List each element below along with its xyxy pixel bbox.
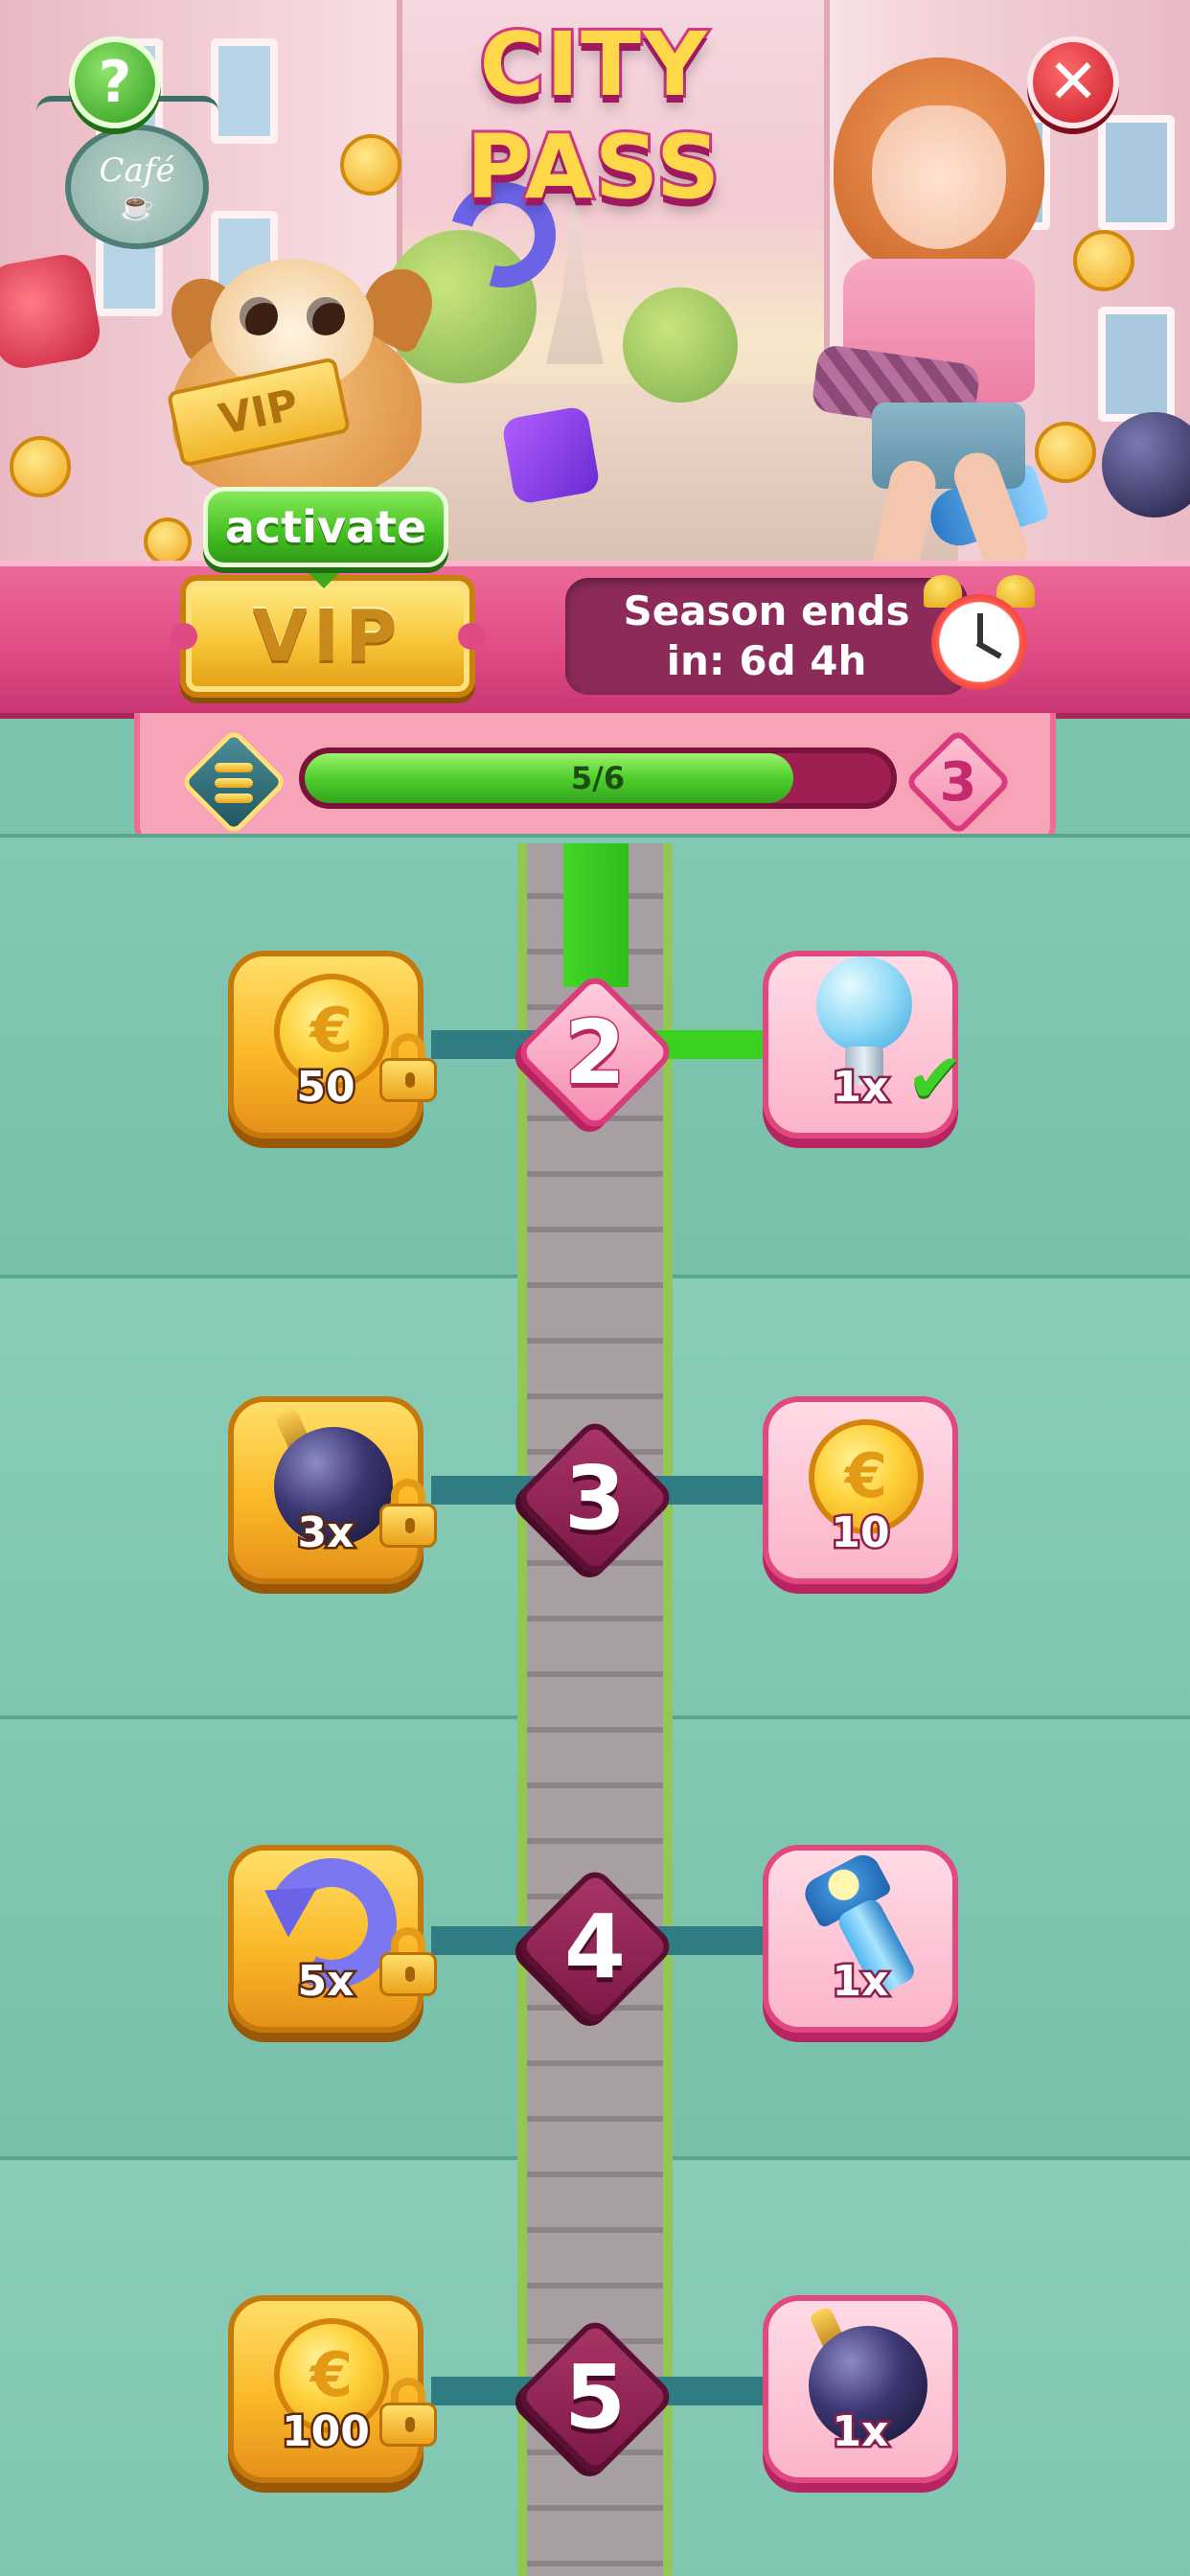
level-marker-4: 4	[511, 1862, 679, 2031]
menu-button[interactable]	[179, 727, 288, 837]
vip-reward-tier-5[interactable]: € 100	[228, 2295, 437, 2483]
dog-eye	[240, 297, 278, 335]
next-level-number: 3	[939, 750, 977, 814]
reward-quantity: 10	[829, 1506, 892, 1560]
vip-reward-tier-3[interactable]: 3x	[228, 1396, 437, 1584]
close-button[interactable]: ✕	[1027, 36, 1119, 128]
vip-badge-label: VIP	[252, 595, 403, 678]
activate-label: activate	[224, 501, 427, 553]
progress-bar: 5/6	[299, 748, 897, 809]
coin-icon	[144, 518, 192, 565]
coin-icon	[10, 436, 71, 497]
menu-icon	[215, 778, 253, 788]
lock-icon	[379, 1479, 437, 1548]
girl-face	[872, 105, 1006, 249]
free-reward-tier-2[interactable]: 1x ✔	[763, 951, 964, 1138]
question-mark-icon: ?	[98, 49, 132, 116]
cafe-sign-plate: Café ☕	[65, 125, 209, 249]
tree	[623, 288, 738, 402]
activate-vip-button[interactable]: activate	[203, 487, 448, 567]
checkmark-icon: ✔	[906, 1038, 965, 1118]
season-timer-line2: in: 6d 4h	[666, 637, 867, 684]
alarm-clock-icon	[922, 573, 1037, 698]
level-number: 4	[563, 1895, 626, 1998]
vip-ticket-art-text: VIP	[215, 380, 303, 445]
dog-eye	[307, 297, 345, 335]
reward-quantity: 1x	[830, 1955, 891, 2009]
season-timer-line1: Season ends	[623, 587, 910, 634]
cafe-sign-text: Café	[99, 150, 175, 190]
lock-icon	[379, 2378, 437, 2447]
coffee-cup-icon: ☕	[119, 189, 155, 223]
page-title: CITY PASS	[464, 11, 723, 221]
reward-quantity: 1x	[830, 2405, 891, 2459]
season-timer: Season ends in: 6d 4h	[565, 578, 968, 695]
lock-icon	[379, 1033, 437, 1102]
free-reward-tier-3[interactable]: € 10	[763, 1396, 958, 1584]
free-reward-tier-5[interactable]: 1x	[763, 2295, 958, 2483]
lock-icon	[379, 1927, 437, 1996]
level-number: 2	[562, 1000, 627, 1105]
vip-badge[interactable]: VIP	[171, 575, 485, 698]
star-booster-icon	[500, 404, 602, 506]
level-number: 3	[563, 1446, 626, 1550]
coin-icon	[340, 134, 401, 196]
next-level-badge: 3	[903, 726, 1014, 838]
level-marker-3: 3	[511, 1414, 679, 1582]
dog-character: VIP	[134, 249, 450, 508]
vip-reward-tier-2[interactable]: € 50	[228, 951, 437, 1138]
hero-banner: Café ☕ VIP CITY PASS	[0, 0, 1190, 565]
menu-icon	[215, 794, 253, 803]
progress-text: 5/6	[570, 760, 626, 796]
free-reward-tier-4[interactable]: 1x	[763, 1845, 958, 2033]
level-number: 5	[563, 2345, 626, 2449]
help-button[interactable]: ?	[69, 36, 161, 128]
close-icon: ✕	[1047, 47, 1099, 118]
vip-reward-tier-4[interactable]: 5x	[228, 1839, 437, 2033]
level-marker-2: 2	[511, 968, 679, 1137]
completed-path	[563, 843, 629, 987]
menu-icon	[215, 763, 253, 772]
level-marker-5: 5	[511, 2312, 679, 2481]
